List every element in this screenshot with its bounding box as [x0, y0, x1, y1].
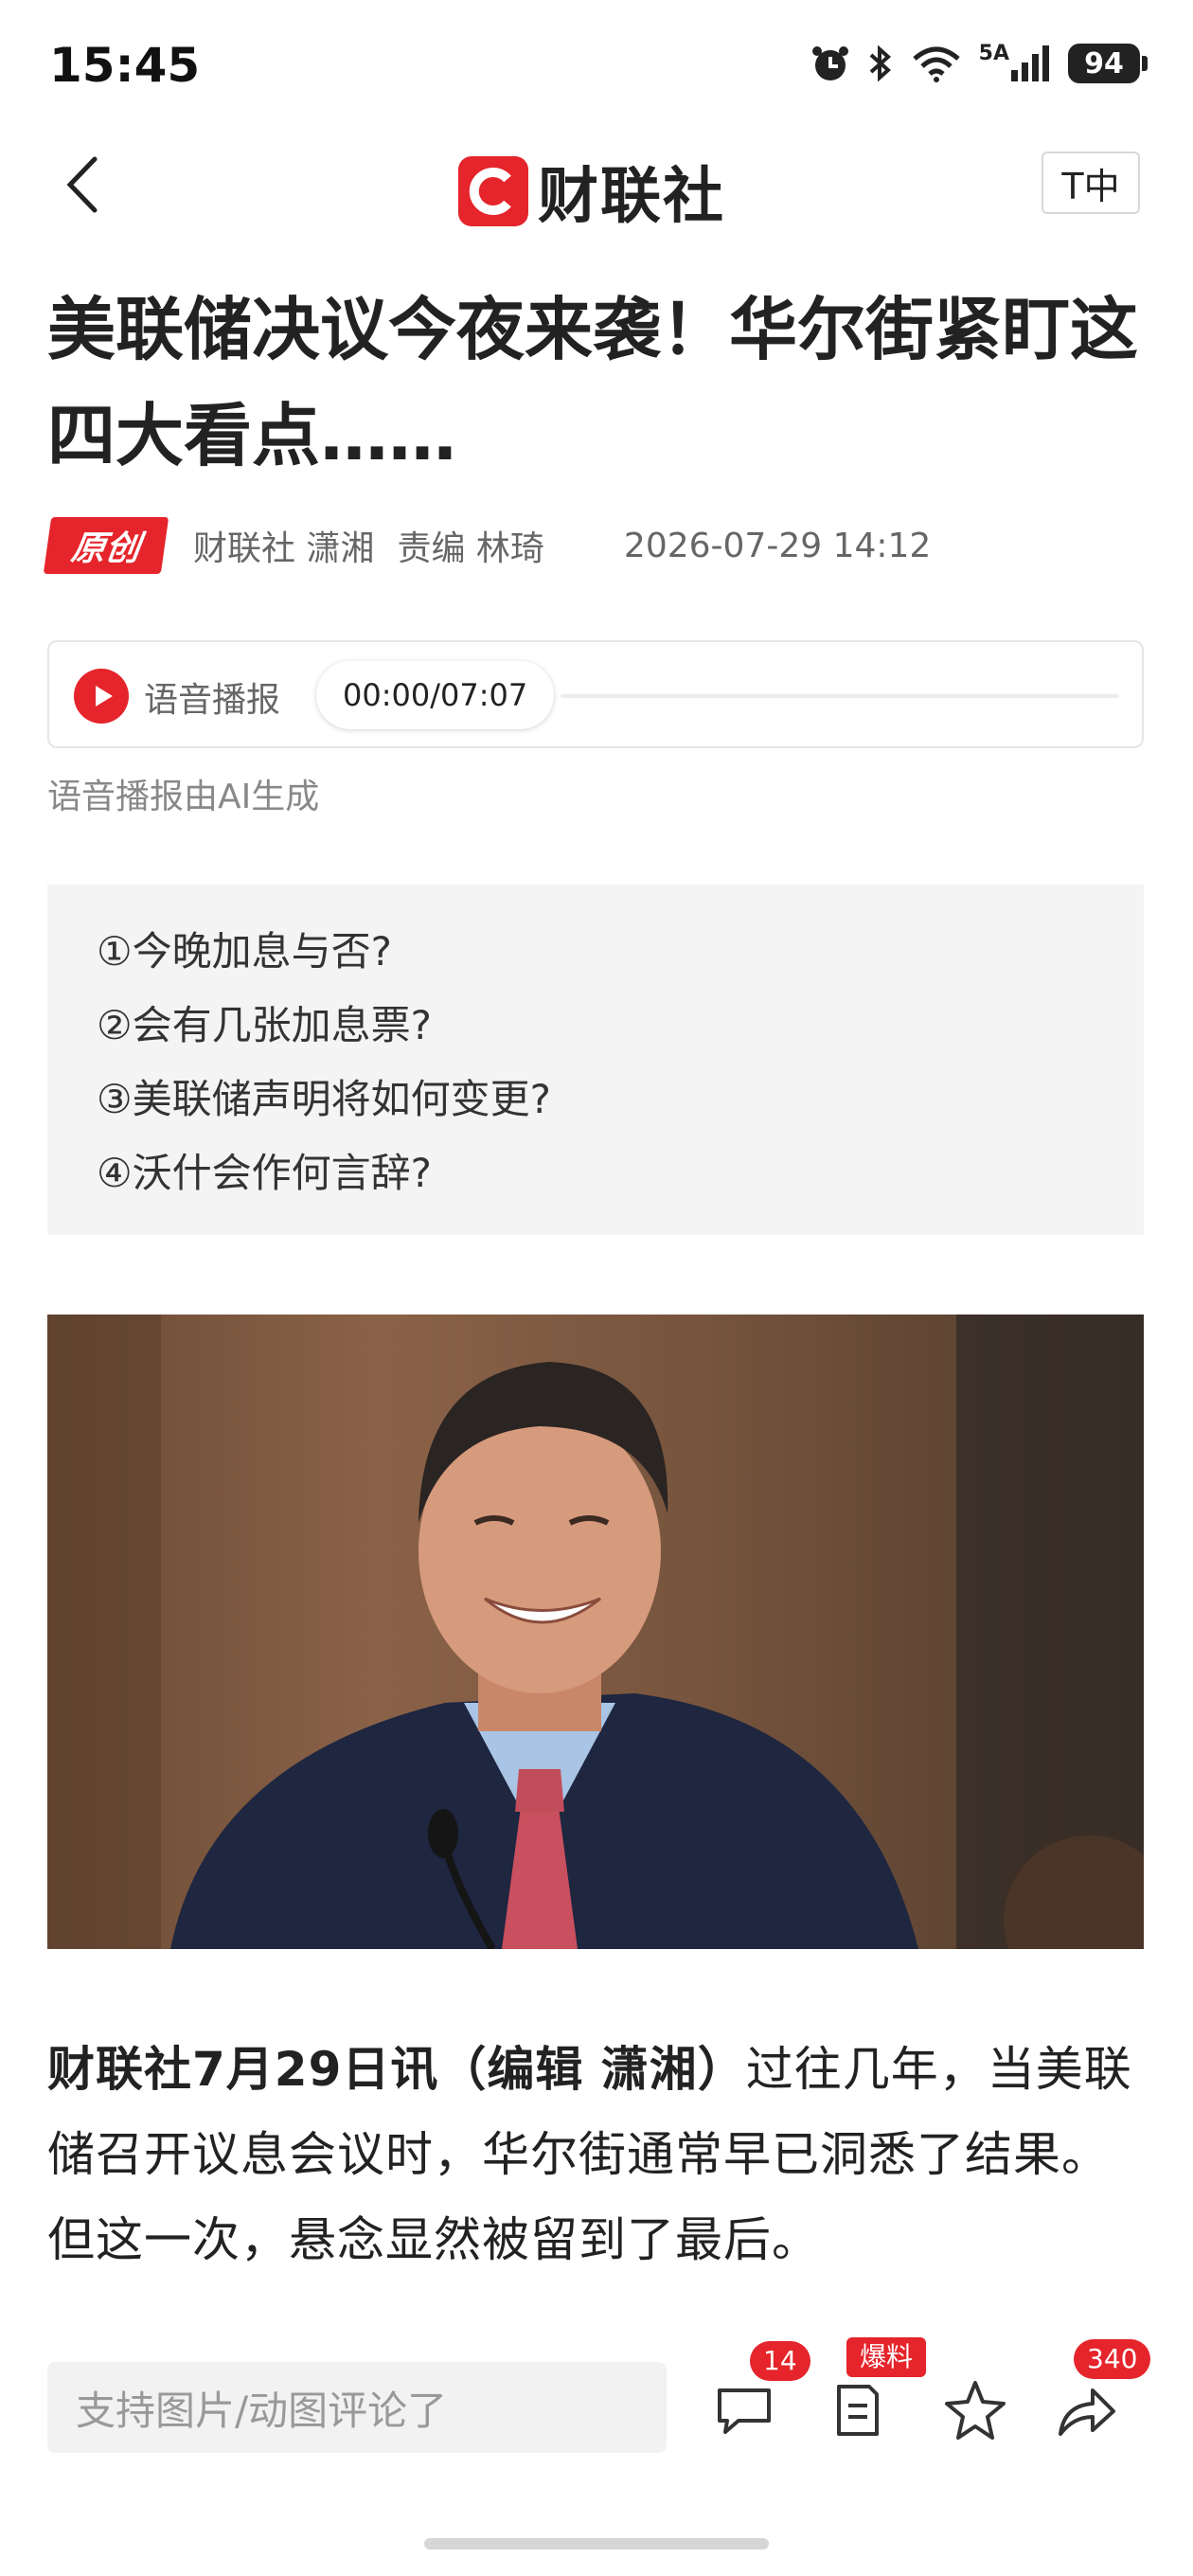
- signal-icon: 5A: [979, 44, 1051, 83]
- bottom-action-bar: 支持图片/动图评论了 14 爆料 340: [0, 2334, 1193, 2513]
- audio-player: 语音播报 00:00/07:07: [47, 640, 1144, 748]
- byline-editor: 责编 林琦: [397, 529, 544, 568]
- original-badge: 原创: [43, 517, 169, 574]
- report-button[interactable]: 爆料: [820, 2337, 927, 2447]
- home-indicator[interactable]: [424, 2538, 769, 2549]
- comment-icon: [718, 2388, 771, 2434]
- share-button[interactable]: 340: [1047, 2339, 1151, 2447]
- app-logo: 财联社: [458, 148, 725, 235]
- summary-item: ①今晚加息与否?: [97, 928, 392, 975]
- comment-input[interactable]: 支持图片/动图评论了: [47, 2362, 667, 2453]
- summary-item: ②会有几张加息票?: [97, 1002, 432, 1048]
- battery-icon: 94: [1068, 44, 1148, 83]
- byline: 原创 财联社 潇湘 责编 林琦 2026-07-29 14:12: [43, 517, 1155, 574]
- comment-count-badge: 14: [750, 2341, 810, 2381]
- article-body: 财联社7月29日讯（编辑 潇湘）过往几年，当美联储召开议息会议时，华尔街通常早已…: [47, 2027, 1146, 2282]
- status-time: 15:45: [49, 38, 201, 93]
- alarm-icon: [810, 44, 850, 83]
- byline-author[interactable]: 财联社 潇湘: [193, 521, 374, 570]
- publish-datetime: 2026-07-29 14:12: [623, 526, 932, 565]
- comment-button[interactable]: 14: [706, 2341, 810, 2447]
- report-badge: 爆料: [846, 2337, 927, 2377]
- summary-item: ③美联储声明将如何变更?: [97, 1076, 551, 1122]
- summary-box: ①今晚加息与否? ②会有几张加息票? ③美联储声明将如何变更? ④沃什会作何言辞…: [47, 885, 1144, 1235]
- audio-note: 语音播报由AI生成: [47, 778, 320, 816]
- audio-label: 语音播报: [144, 681, 281, 720]
- article-lead: 财联社7月29日讯（编辑 潇湘）: [47, 2042, 746, 2097]
- audio-progress-track[interactable]: [561, 694, 1119, 698]
- nav-bar: 财联社 T中: [0, 133, 1193, 237]
- network-type: 5A: [978, 42, 1009, 65]
- share-count-badge: 340: [1074, 2339, 1151, 2379]
- back-button[interactable]: [57, 152, 114, 218]
- audio-time-slider[interactable]: 00:00/07:07: [316, 661, 555, 729]
- document-icon: [837, 2385, 879, 2436]
- status-bar: 15:45 5A 94: [0, 0, 1193, 133]
- favorite-button[interactable]: [937, 2371, 1013, 2447]
- play-icon[interactable]: [74, 669, 129, 724]
- summary-item: ④沃什会作何言辞?: [97, 1150, 432, 1196]
- logo-text: 财联社: [538, 162, 725, 232]
- article-headline: 美联储决议今夜来袭！华尔街紧盯这四大看点……: [47, 290, 1139, 475]
- share-arrow-icon: [1059, 2388, 1115, 2436]
- photo-illustration: [47, 1315, 1144, 1949]
- star-icon: [945, 2381, 1006, 2440]
- wifi-icon: [911, 44, 962, 83]
- status-icons: 5A 94: [810, 44, 1148, 83]
- font-size-button[interactable]: T中: [1042, 152, 1140, 214]
- bluetooth-icon: [867, 44, 894, 83]
- logo-c-icon: [458, 156, 528, 226]
- chevron-left-icon: [66, 156, 98, 213]
- article-photo[interactable]: [47, 1315, 1144, 1949]
